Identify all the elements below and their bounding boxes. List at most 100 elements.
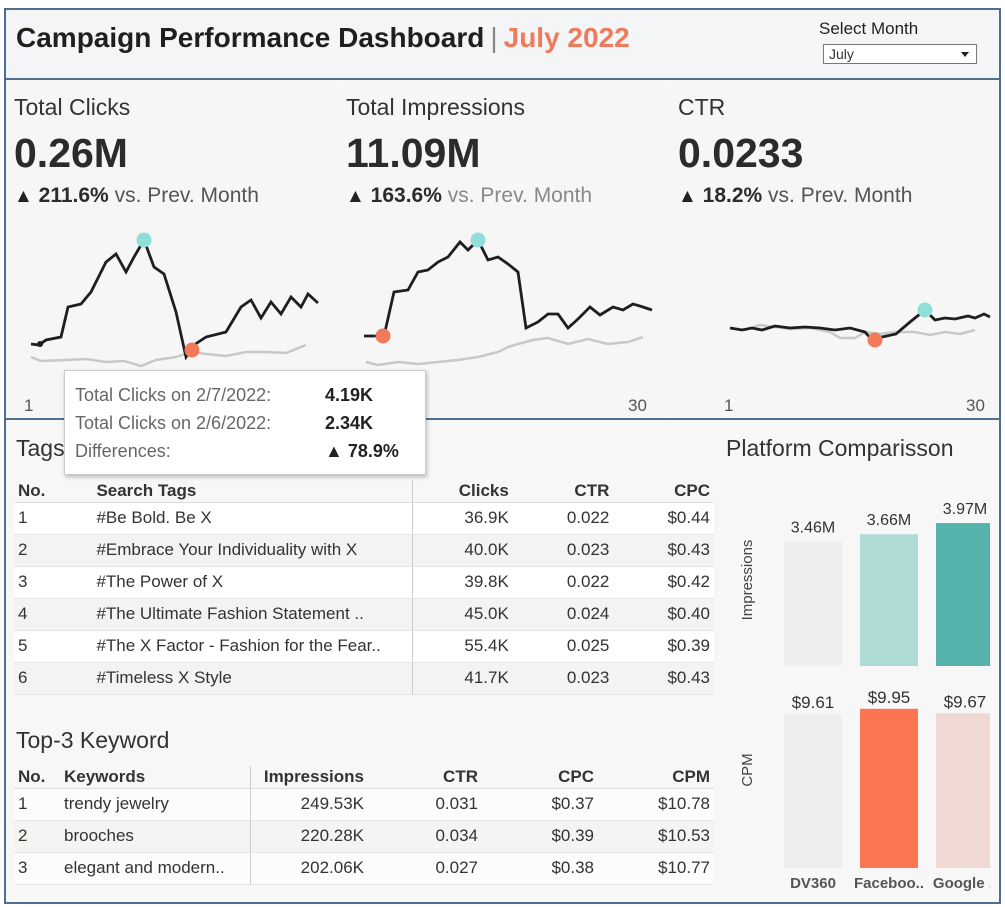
cell: $0.39 xyxy=(613,630,714,663)
min-marker[interactable] xyxy=(375,328,391,344)
kpi-ctr[interactable]: CTR 0.0233 ▲ 18.2% vs. Prev. Month 1 30 xyxy=(670,82,999,418)
table-row[interactable]: 6 #Timeless X Style 41.7K 0.023 $0.43 xyxy=(14,662,714,695)
cell: 0.022 xyxy=(512,502,614,535)
kpi-total-clicks[interactable]: Total Clicks 0.26M ▲ 211.6% vs. Prev. Mo… xyxy=(6,82,332,418)
current-month-line[interactable] xyxy=(364,237,653,338)
dashboard-title: Campaign Performance Dashboard | July 2022 xyxy=(16,22,630,54)
tags-title: Tags xyxy=(16,435,65,461)
impressions-sparkline[interactable] xyxy=(338,82,664,418)
month-dropdown[interactable]: July xyxy=(823,44,977,64)
table-row[interactable]: 1 trendy jewelry 249.53K 0.031 $0.37 $10.78 xyxy=(14,788,714,821)
col-header[interactable]: Keywords xyxy=(60,766,251,789)
tooltip-row-current: Total Clicks on 2/7/2022: 4.19K xyxy=(75,385,373,406)
cell: $0.38 xyxy=(482,852,598,885)
cell: 40.0K xyxy=(412,534,513,567)
cell: $0.43 xyxy=(613,662,714,695)
impressions-bar[interactable] xyxy=(784,541,842,666)
ctr-sparkline[interactable] xyxy=(670,82,999,418)
category-label: DV360 xyxy=(790,875,836,892)
cell: 45.0K xyxy=(412,598,513,631)
title-separator: | xyxy=(490,22,498,53)
col-header[interactable]: CTR xyxy=(512,480,614,503)
axis-start-label: 1 xyxy=(724,396,734,415)
tooltip-label: Differences: xyxy=(75,441,171,461)
cell: 55.4K xyxy=(412,630,513,663)
col-header[interactable]: CTR xyxy=(368,766,482,789)
col-header[interactable]: CPC xyxy=(613,480,714,503)
cell: #Embrace Your Individuality with X xyxy=(92,534,413,567)
table-header-row: No. Keywords Impressions CTR CPC CPM xyxy=(14,766,714,789)
tooltip-row-previous: Total Clicks on 2/6/2022: 2.34K xyxy=(75,413,373,434)
tooltip-label: Total Clicks on 2/6/2022: xyxy=(75,413,272,433)
impressions-bar[interactable] xyxy=(860,534,918,666)
chevron-down-icon[interactable] xyxy=(961,52,969,57)
cell: 220.28K xyxy=(250,820,368,853)
col-header[interactable]: Impressions xyxy=(250,766,368,789)
category-label: Faceboo.. xyxy=(854,875,924,892)
cell: 3 xyxy=(14,852,60,885)
cell: $0.44 xyxy=(613,502,714,535)
max-marker[interactable] xyxy=(136,232,152,248)
cell: $0.39 xyxy=(482,820,598,853)
min-marker[interactable] xyxy=(867,332,883,348)
table-row[interactable]: 3 elegant and modern.. 202.06K 0.027 $0.38 $1… xyxy=(14,852,714,885)
cell: 0.024 xyxy=(512,598,614,631)
cell: $0.37 xyxy=(482,788,598,821)
table-header-row: No. Search Tags Clicks CTR CPC xyxy=(14,480,714,503)
cell: 0.022 xyxy=(512,566,614,599)
table-row[interactable]: 1 #Be Bold. Be X 36.9K 0.022 $0.44 xyxy=(14,502,714,535)
impressions-bar-label: 3.66M xyxy=(867,512,911,529)
clicks-sparkline[interactable] xyxy=(6,82,332,418)
cell: $10.77 xyxy=(598,852,714,885)
axis-end-label: 30 xyxy=(966,396,985,415)
cell: #Timeless X Style xyxy=(92,662,413,695)
month-dropdown-value: July xyxy=(829,46,854,62)
category-label: Google .. xyxy=(933,875,990,892)
cell: 39.8K xyxy=(412,566,513,599)
col-header[interactable]: CPM xyxy=(598,766,714,789)
cell: trendy jewelry xyxy=(60,788,251,821)
min-marker[interactable] xyxy=(184,342,200,358)
cell: 0.031 xyxy=(368,788,482,821)
table-row[interactable]: 2 brooches 220.28K 0.034 $0.39 $10.53 xyxy=(14,820,714,853)
col-header[interactable]: No. xyxy=(14,480,93,503)
cpm-bar[interactable] xyxy=(936,713,990,868)
cell: $0.43 xyxy=(613,534,714,567)
previous-month-line xyxy=(729,323,976,340)
max-marker[interactable] xyxy=(917,302,933,318)
chart-tooltip: Total Clicks on 2/7/2022: 4.19K Total Cli… xyxy=(64,370,426,475)
impressions-bar-label: 3.97M xyxy=(943,501,987,518)
cell: #Be Bold. Be X xyxy=(92,502,413,535)
col-header[interactable]: No. xyxy=(14,766,60,789)
cell: 2 xyxy=(14,820,60,853)
cell: 0.034 xyxy=(368,820,482,853)
cell: 0.023 xyxy=(512,534,614,567)
tooltip-value: 2.34K xyxy=(325,413,374,433)
axis-start-label: 1 xyxy=(24,396,34,415)
table-row[interactable]: 4 #The Ultimate Fashion Statement .. 45.0K… xyxy=(14,598,714,631)
kpi-total-impressions[interactable]: Total Impressions 11.09M ▲ 163.6% vs. Pr… xyxy=(338,82,664,418)
max-marker[interactable] xyxy=(470,232,486,248)
keywords-title: Top-3 Keyword xyxy=(16,727,170,753)
table-row[interactable]: 5 #The X Factor - Fashion for the Fear.. 5… xyxy=(14,630,714,663)
cell: 1 xyxy=(14,788,60,821)
col-header[interactable]: CPC xyxy=(482,766,598,789)
title-text: Campaign Performance Dashboard xyxy=(16,22,485,53)
table-row[interactable]: 3 #The Power of X 39.8K 0.022 $0.42 xyxy=(14,566,714,599)
col-header[interactable]: Search Tags xyxy=(92,480,413,503)
platform-title: Platform Comparisson xyxy=(726,435,954,461)
cell: 1 xyxy=(14,502,93,535)
table-row[interactable]: 2 #Embrace Your Individuality with X 40.0K… xyxy=(14,534,714,567)
cell: elegant and modern.. xyxy=(60,852,251,885)
cell: 3 xyxy=(14,566,93,599)
cpm-bar[interactable] xyxy=(784,714,842,868)
cell: 0.023 xyxy=(512,662,614,695)
dashboard-frame: Campaign Performance Dashboard | July 2022… xyxy=(4,8,1001,904)
cpm-bar-label: $9.95 xyxy=(868,688,911,707)
col-header[interactable]: Clicks xyxy=(412,480,513,503)
cell: #The Power of X xyxy=(92,566,413,599)
current-month-line[interactable] xyxy=(30,236,319,361)
cpm-bar[interactable] xyxy=(860,708,918,868)
cell: 249.53K xyxy=(250,788,368,821)
impressions-bar[interactable] xyxy=(936,523,990,666)
